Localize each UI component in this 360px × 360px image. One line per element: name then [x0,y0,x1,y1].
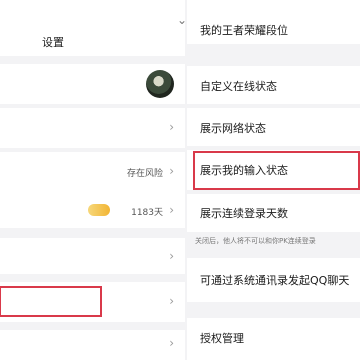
row-label: 展示网络状态 [200,122,266,135]
chevron-right-icon: › [169,336,174,350]
chevron-right-icon: › [169,294,174,308]
security-row[interactable]: 存在风险 › [0,152,185,192]
chevron-down-icon[interactable]: ⌄ [177,13,187,27]
note-text: 关闭后，他人将不可以和你PK连续登录 [195,237,316,245]
chevron-right-icon: › [169,164,174,178]
page-title: 设置 [42,36,64,49]
custom-status-row[interactable]: 自定义在线状态 [187,66,360,104]
contacts-chat-row[interactable]: 可通过系统通讯录发起QQ聊天 [187,258,360,302]
row-label: 授权管理 [200,332,244,345]
settings-header: 设置 ⌄ [0,0,187,56]
chevron-right-icon: › [169,203,174,217]
row-label: 展示连续登录天数 [200,207,288,220]
row-label: 我的王者荣耀段位 [200,24,288,37]
vip-badge-icon [88,204,110,216]
highlight-box [0,286,102,317]
login-days-value: 1183天 [131,208,163,218]
avatar [146,70,174,98]
chevron-right-icon: › [169,249,174,263]
login-days-row[interactable]: 展示连续登录天数 [187,194,360,232]
rank-row[interactable]: 我的王者荣耀段位 [187,0,360,44]
settings-row[interactable]: › [0,330,185,360]
row-label: 可通过系统通讯录发起QQ聊天 [200,274,350,287]
risk-status-text: 存在风险 [126,169,163,179]
highlight-box [193,151,360,190]
auth-management-row[interactable]: 授权管理 [187,318,360,360]
row-label: 自定义在线状态 [200,80,277,93]
network-status-row[interactable]: 展示网络状态 [187,108,360,146]
account-row[interactable] [0,64,185,104]
settings-row[interactable]: › [0,108,185,148]
login-days-row[interactable]: 1183天 › [0,192,185,228]
settings-row[interactable]: › [0,238,185,274]
chevron-right-icon: › [169,120,174,134]
left-panel: 设置 ⌄ › 存在风险 › 1183天 › › › › [0,0,187,360]
